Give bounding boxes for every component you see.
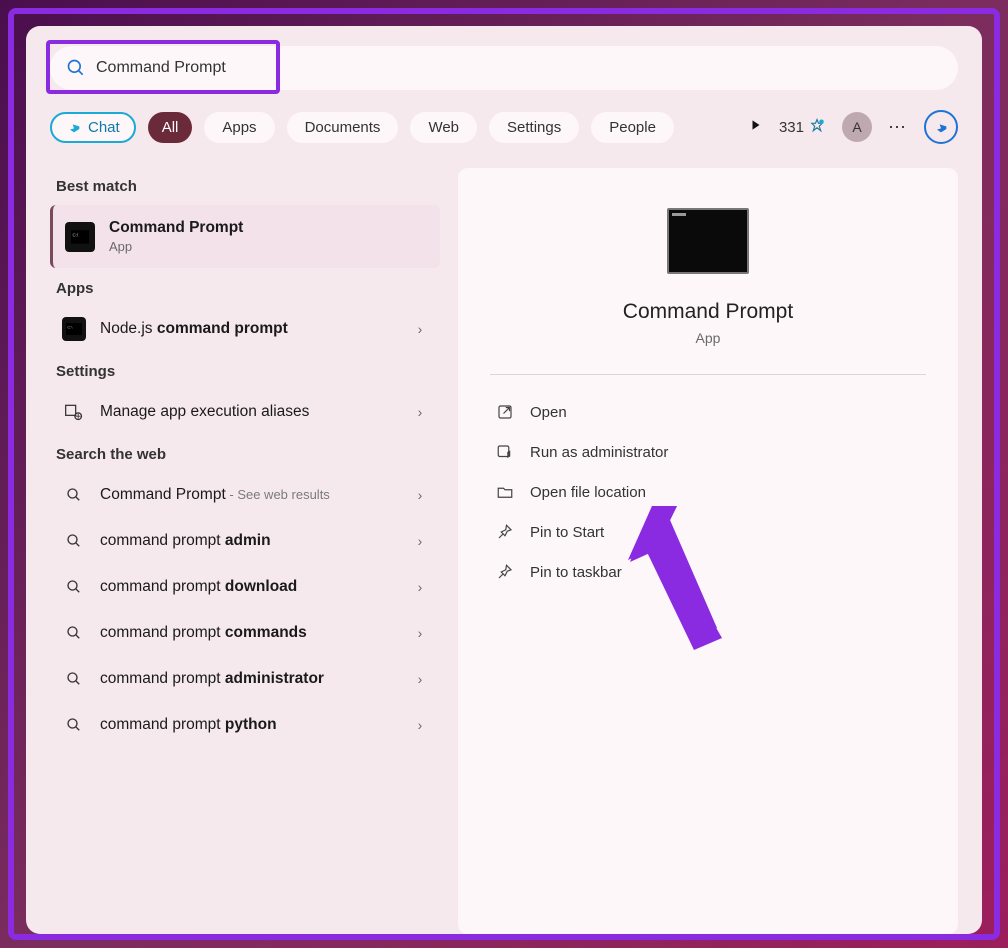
- cmd-icon: C:\: [65, 222, 95, 252]
- section-apps: Apps: [50, 270, 440, 305]
- divider: [490, 374, 926, 375]
- account-avatar[interactable]: A: [842, 112, 872, 142]
- tab-all[interactable]: All: [148, 112, 193, 143]
- more-icon[interactable]: ⋯: [888, 117, 908, 138]
- tab-settings[interactable]: Settings: [489, 112, 579, 143]
- chevron-right-icon: ›: [412, 533, 428, 549]
- bing-chat-icon: [66, 119, 82, 135]
- web-result-item[interactable]: command prompt administrator ›: [50, 657, 440, 701]
- detail-subtitle: App: [696, 330, 721, 346]
- tab-documents[interactable]: Documents: [287, 112, 399, 143]
- chevron-right-icon: ›: [412, 579, 428, 595]
- web-result-item[interactable]: Command Prompt - See web results ›: [50, 473, 440, 517]
- open-icon: [496, 403, 514, 421]
- tab-chat[interactable]: Chat: [50, 112, 136, 143]
- chevron-right-icon: ›: [412, 717, 428, 733]
- detail-title: Command Prompt: [623, 300, 793, 324]
- section-settings: Settings: [50, 353, 440, 388]
- settings-result-item[interactable]: Manage app execution aliases ›: [50, 390, 440, 434]
- rewards-points[interactable]: 331: [779, 118, 826, 136]
- bing-button[interactable]: [924, 110, 958, 144]
- web-result-item[interactable]: command prompt commands ›: [50, 611, 440, 655]
- filter-tabs: Chat All Apps Documents Web Settings Peo…: [50, 110, 958, 144]
- search-panel: Chat All Apps Documents Web Settings Peo…: [26, 26, 982, 934]
- action-pin-start[interactable]: Pin to Start: [490, 513, 926, 551]
- forward-icon[interactable]: [749, 118, 763, 137]
- app-result-item[interactable]: C:\ Node.js command prompt ›: [50, 307, 440, 351]
- search-icon: [62, 713, 86, 737]
- svg-text:C:\: C:\: [67, 324, 73, 329]
- detail-panel: Command Prompt App Open Run as administr…: [458, 168, 958, 934]
- search-icon: [62, 575, 86, 599]
- chevron-right-icon: ›: [412, 321, 428, 337]
- search-icon: [62, 667, 86, 691]
- tab-people[interactable]: People: [591, 112, 674, 143]
- section-search-web: Search the web: [50, 436, 440, 471]
- shield-admin-icon: [496, 443, 514, 461]
- search-input[interactable]: [96, 59, 942, 77]
- aliases-icon: [62, 400, 86, 424]
- svg-text:C:\: C:\: [73, 232, 80, 237]
- search-bar[interactable]: [50, 46, 958, 90]
- pin-icon: [496, 523, 514, 541]
- chevron-right-icon: ›: [412, 487, 428, 503]
- pin-icon: [496, 563, 514, 581]
- web-result-item[interactable]: command prompt download ›: [50, 565, 440, 609]
- action-run-admin[interactable]: Run as administrator: [490, 433, 926, 471]
- chevron-right-icon: ›: [412, 625, 428, 641]
- search-icon: [66, 58, 86, 78]
- tab-apps[interactable]: Apps: [204, 112, 274, 143]
- web-result-item[interactable]: command prompt python ›: [50, 703, 440, 747]
- best-match-item[interactable]: C:\ Command Prompt App: [50, 205, 440, 268]
- search-icon: [62, 483, 86, 507]
- app-thumbnail: [667, 208, 749, 274]
- tab-web[interactable]: Web: [410, 112, 477, 143]
- bing-icon: [933, 119, 949, 135]
- action-open-location[interactable]: Open file location: [490, 473, 926, 511]
- search-icon: [62, 529, 86, 553]
- rewards-icon: [808, 118, 826, 136]
- web-result-item[interactable]: command prompt admin ›: [50, 519, 440, 563]
- search-icon: [62, 621, 86, 645]
- nodejs-icon: C:\: [62, 317, 86, 341]
- results-column: Best match C:\ Command Prompt App Apps C…: [50, 168, 440, 934]
- chevron-right-icon: ›: [412, 671, 428, 687]
- folder-icon: [496, 483, 514, 501]
- action-pin-taskbar[interactable]: Pin to taskbar: [490, 553, 926, 591]
- section-best-match: Best match: [50, 168, 440, 203]
- action-open[interactable]: Open: [490, 393, 926, 431]
- chevron-right-icon: ›: [412, 404, 428, 420]
